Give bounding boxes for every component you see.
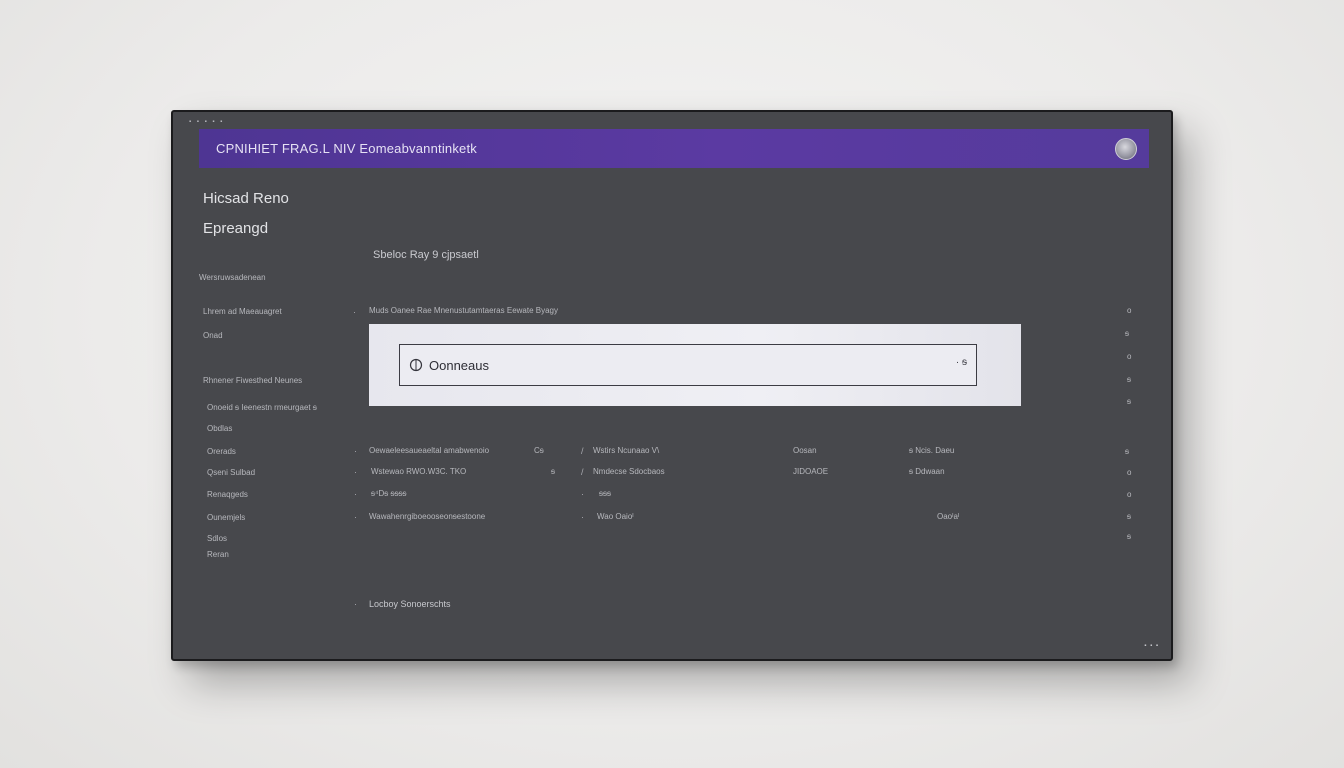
- separator: /: [581, 467, 584, 477]
- row-mark: ᵴ: [1127, 512, 1131, 521]
- row-mark: ᵴ: [1127, 375, 1131, 384]
- table-cell: Wstirs Ncunaao V\: [593, 446, 660, 455]
- sidebar-item[interactable]: Lhrem ad Maeauagret: [203, 307, 282, 316]
- sidebar-item[interactable]: Sdlos: [207, 534, 227, 543]
- sidebar-item[interactable]: Onad: [203, 331, 223, 340]
- row-mark: ᵴ: [1127, 397, 1131, 406]
- row-mark: ᵴ: [1125, 329, 1129, 338]
- separator: ·: [581, 489, 584, 499]
- row-mark: o: [1127, 306, 1132, 315]
- section-title: Sbeloc Ray 9 cjpsaetl: [373, 249, 479, 261]
- row-mark: o: [1127, 468, 1132, 477]
- separator: ·: [354, 599, 357, 609]
- sidebar-item[interactable]: Renaqgeds: [207, 490, 248, 499]
- table-cell: ᵴ: [551, 467, 555, 476]
- separator: ·: [354, 489, 357, 499]
- title-bar: CPNIHIET FRAG.L NIV Eomeabvanntinketk: [199, 129, 1149, 168]
- sidebar-section-label: Wersruwsadenean: [199, 273, 266, 282]
- separator: ·: [354, 512, 357, 522]
- search-label: Muds Oanee Rae Mnenustutamtaeras Eewate …: [369, 306, 558, 315]
- sidebar-item[interactable]: Orerads: [207, 447, 236, 456]
- table-cell[interactable]: Wawahenrgiboeooseonᵴestoone: [369, 512, 485, 521]
- row-mark: ᵴ: [1127, 532, 1131, 541]
- avatar[interactable]: [1115, 138, 1137, 160]
- separator: ·: [354, 467, 357, 477]
- sidebar-item[interactable]: Rhnener Fiwesthed Neunes: [203, 376, 302, 385]
- search-panel: · ᵴ: [369, 324, 1021, 406]
- sidebar-item[interactable]: Qseni Sulbad: [207, 468, 255, 477]
- sidebar-item[interactable]: Ounemjels: [207, 513, 245, 522]
- app-window: ▪ ▪ ▪ ▪ ▪ CPNIHIET FRAG.L NIV Eomeabvann…: [171, 110, 1173, 661]
- search-box[interactable]: · ᵴ: [399, 344, 977, 386]
- table-cell: ᵴ Ddwaan: [909, 467, 945, 476]
- table-cell: ᵴᵴᵴ: [599, 489, 611, 498]
- corner-marks: ▪ ▪ ▪: [1144, 643, 1159, 649]
- table-cell: JIDOAOE: [793, 467, 829, 476]
- row-mark: ᵴ: [1125, 447, 1129, 456]
- sidebar-item[interactable]: Obdlas: [207, 424, 232, 433]
- separator: /: [581, 446, 584, 456]
- table-cell[interactable]: Wstewao RWO.W3C. TKO: [371, 467, 466, 476]
- table-cell: Wao Oaioᴵ: [597, 512, 634, 521]
- table-cell[interactable]: ᵴ⁴Dᵴ ᵴᵴᵴᵴ: [371, 489, 406, 498]
- table-cell: Oosan: [793, 446, 817, 455]
- sidebar-item[interactable]: Reran: [207, 550, 229, 559]
- sidebar-subheading[interactable]: Epreangd: [203, 220, 268, 237]
- table-cell: Oaoᴵaᴵ: [937, 512, 960, 521]
- separator: ·: [581, 512, 584, 522]
- row-mark: o: [1127, 490, 1132, 499]
- table-cell: Nmdecse Sdocbaos: [593, 467, 665, 476]
- sidebar-heading: Hicsad Reno: [203, 190, 289, 207]
- separator: ·: [353, 307, 356, 317]
- window-title: CPNIHIET FRAG.L NIV Eomeabvanntinketk: [216, 141, 477, 156]
- window-top-marks: ▪ ▪ ▪ ▪ ▪: [189, 119, 225, 125]
- row-mark: o: [1127, 352, 1132, 361]
- table-cell: ᵴ Ncis. Daeu: [909, 446, 955, 455]
- footer-link[interactable]: Locboy Sonoerschts: [369, 599, 451, 609]
- separator: ·: [354, 446, 357, 456]
- sidebar-item[interactable]: Onoeid ᵴ Ieenestn rmeurgaet ᵴ: [207, 403, 317, 412]
- table-cell: Cᵴ: [534, 446, 544, 455]
- dropdown-icon[interactable]: · ᵴ: [956, 357, 967, 368]
- search-icon: [409, 358, 423, 372]
- table-cell[interactable]: Oewaeleesaueaeltal amabwenoio: [369, 446, 489, 455]
- search-input[interactable]: [429, 357, 909, 373]
